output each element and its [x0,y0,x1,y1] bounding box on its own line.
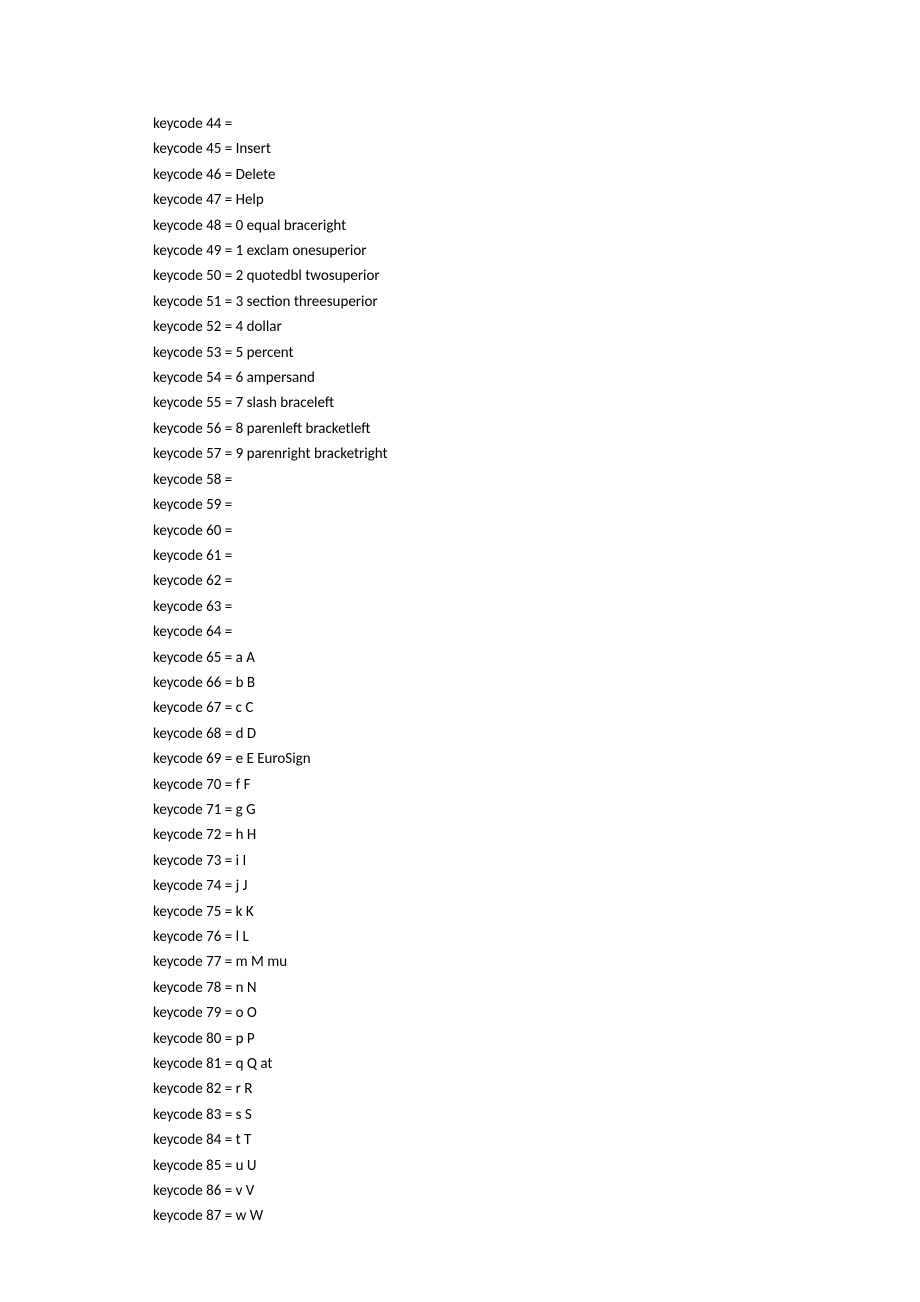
keycode-line: keycode 70 = f F [153,773,920,798]
keycode-line: keycode 71 = g G [153,798,920,823]
keycode-line: keycode 77 = m M mu [153,950,920,975]
keycode-line: keycode 68 = d D [153,722,920,747]
keycode-line: keycode 80 = p P [153,1027,920,1052]
keycode-list: keycode 44 = keycode 45 = Insert keycode… [153,112,920,1230]
keycode-line: keycode 83 = s S [153,1103,920,1128]
keycode-line: keycode 49 = 1 exclam onesuperior [153,239,920,264]
keycode-line: keycode 46 = Delete [153,163,920,188]
keycode-line: keycode 51 = 3 section threesuperior [153,290,920,315]
keycode-line: keycode 59 = [153,493,920,518]
keycode-line: keycode 45 = Insert [153,137,920,162]
keycode-line: keycode 67 = c C [153,696,920,721]
keycode-line: keycode 54 = 6 ampersand [153,366,920,391]
keycode-line: keycode 87 = w W [153,1204,920,1229]
keycode-line: keycode 86 = v V [153,1179,920,1204]
keycode-line: keycode 72 = h H [153,823,920,848]
keycode-line: keycode 53 = 5 percent [153,341,920,366]
keycode-line: keycode 61 = [153,544,920,569]
keycode-line: keycode 78 = n N [153,976,920,1001]
keycode-line: keycode 69 = e E EuroSign [153,747,920,772]
keycode-line: keycode 64 = [153,620,920,645]
keycode-line: keycode 66 = b B [153,671,920,696]
keycode-line: keycode 75 = k K [153,900,920,925]
keycode-line: keycode 79 = o O [153,1001,920,1026]
keycode-line: keycode 84 = t T [153,1128,920,1153]
keycode-line: keycode 63 = [153,595,920,620]
keycode-line: keycode 58 = [153,468,920,493]
keycode-line: keycode 48 = 0 equal braceright [153,214,920,239]
keycode-line: keycode 60 = [153,519,920,544]
keycode-line: keycode 56 = 8 parenleft bracketleft [153,417,920,442]
keycode-line: keycode 74 = j J [153,874,920,899]
keycode-line: keycode 57 = 9 parenright bracketright [153,442,920,467]
keycode-line: keycode 52 = 4 dollar [153,315,920,340]
keycode-line: keycode 85 = u U [153,1154,920,1179]
keycode-line: keycode 50 = 2 quotedbl twosuperior [153,264,920,289]
keycode-line: keycode 65 = a A [153,646,920,671]
keycode-line: keycode 82 = r R [153,1077,920,1102]
keycode-line: keycode 73 = i I [153,849,920,874]
keycode-line: keycode 62 = [153,569,920,594]
keycode-line: keycode 44 = [153,112,920,137]
keycode-line: keycode 47 = Help [153,188,920,213]
keycode-line: keycode 81 = q Q at [153,1052,920,1077]
keycode-line: keycode 55 = 7 slash braceleft [153,391,920,416]
keycode-line: keycode 76 = l L [153,925,920,950]
